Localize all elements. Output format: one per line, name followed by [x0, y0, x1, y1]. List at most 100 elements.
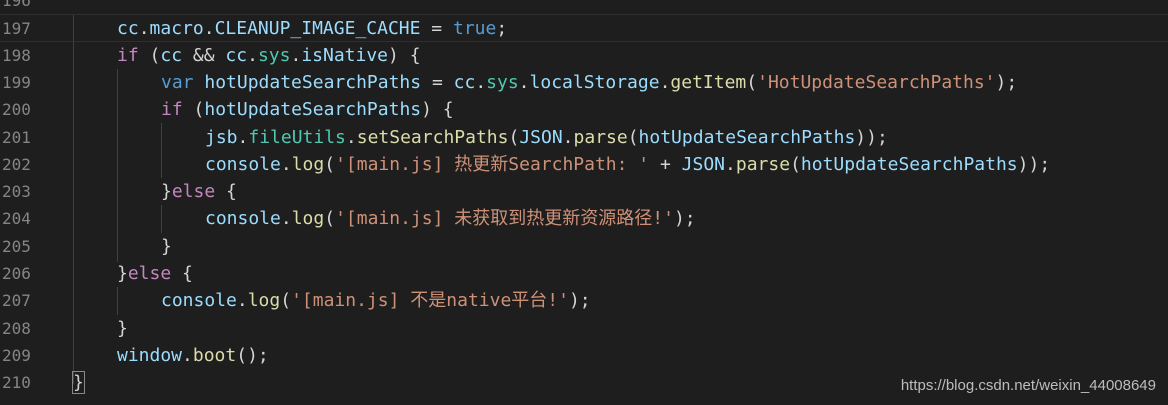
code-token: window: [117, 344, 183, 366]
code-token: );: [995, 71, 1018, 93]
code-token: =: [420, 18, 453, 40]
code-token: macro: [149, 18, 204, 40]
code-token: parse: [573, 126, 628, 148]
code-token: cc: [160, 44, 183, 66]
code-token: hotUpdateSearchPaths: [800, 153, 1018, 175]
code-token: JSON: [681, 153, 726, 175]
code-line-205[interactable]: 205}: [0, 233, 1168, 260]
code-token: .: [659, 71, 671, 93]
code-line-202[interactable]: 202 console.log('[main.js] 热更新SearchPath:…: [0, 151, 1168, 178]
code-token: .: [247, 44, 258, 66]
code-token: parse: [735, 153, 791, 175]
code-token: else: [171, 181, 216, 203]
code-token: localStorage: [529, 71, 660, 93]
code-text: console.log('[main.js] 热更新SearchPath: ' …: [205, 151, 1050, 178]
code-token: console: [161, 290, 237, 312]
code-token: .: [475, 71, 487, 93]
code-token: {: [215, 181, 237, 203]
line-number: 201: [2, 127, 31, 147]
code-line-209[interactable]: 209 window.boot();: [0, 342, 1168, 369]
code-token: cc: [453, 71, 476, 93]
line-number: 196: [2, 0, 31, 10]
line-number: 209: [2, 345, 31, 365]
line-number: 208: [2, 318, 31, 338]
code-text: window.boot();: [117, 342, 269, 369]
code-token: }: [117, 263, 128, 284]
code-text: if (cc && cc.sys.isNative) {: [117, 42, 421, 69]
code-text: var hotUpdateSearchPaths = cc.sys.localS…: [161, 69, 1017, 96]
code-token: log: [291, 208, 325, 230]
code-token: .: [345, 126, 357, 148]
code-token: isNative: [301, 44, 389, 66]
code-text: console.log('[main.js] 不是native平台!');: [161, 287, 591, 314]
code-token: (: [324, 153, 336, 175]
code-text: }else {: [117, 260, 193, 287]
code-token: if: [161, 99, 183, 121]
code-token: }: [72, 371, 85, 395]
code-token: (: [280, 290, 292, 312]
code-text: }: [161, 233, 172, 260]
code-token: fileUtils: [248, 126, 346, 148]
code-line-197[interactable]: 197 cc.macro.CLEANUP_IMAGE_CACHE = true;: [0, 14, 1168, 42]
code-line-201[interactable]: 201 jsb.fileUtils.setSearchPaths(JSON.par…: [0, 124, 1168, 151]
code-token: .: [236, 290, 248, 312]
code-token: .: [138, 18, 150, 40]
code-token: console: [205, 153, 281, 175]
code-token: .: [280, 153, 292, 175]
line-number: 197: [2, 19, 31, 39]
code-token: if: [117, 44, 139, 66]
code-token: .: [182, 344, 193, 366]
line-number: 202: [2, 154, 31, 174]
code-text: console.log('[main.js] 未获取到热更新资源路径!');: [205, 205, 696, 232]
line-number: 206: [2, 264, 31, 283]
code-text: }: [72, 369, 85, 396]
code-line-198[interactable]: 198 if (cc && cc.sys.isNative) {: [0, 42, 1168, 69]
code-line-199[interactable]: 199 var hotUpdateSearchPaths = cc.sys.loc…: [0, 69, 1168, 96]
code-token: console: [205, 208, 281, 230]
code-token: (: [138, 44, 161, 66]
code-token: }: [117, 317, 128, 339]
code-token: CLEANUP_IMAGE_CACHE: [214, 18, 421, 40]
code-token: .: [237, 126, 249, 148]
code-token: {: [171, 263, 193, 284]
code-token: hotUpdateSearchPaths: [204, 71, 422, 93]
line-number: 203: [2, 182, 31, 202]
code-token: .: [725, 153, 736, 175]
line-number: 199: [2, 72, 31, 92]
code-token: log: [291, 153, 325, 175]
code-token: '[main.js] 热更新SearchPath: ': [335, 153, 650, 175]
code-token: .: [280, 208, 292, 230]
code-text: }: [117, 315, 128, 342]
code-line-203[interactable]: 203}else {: [0, 178, 1168, 205]
code-token: (: [508, 126, 520, 148]
code-token: cc: [117, 18, 139, 40]
code-line-204[interactable]: 204 console.log('[main.js] 未获取到热更新资源路径!')…: [0, 205, 1168, 232]
line-number: 198: [2, 45, 31, 65]
code-token: .: [562, 126, 574, 148]
code-text: jsb.fileUtils.setSearchPaths(JSON.parse(…: [205, 124, 888, 151]
code-line-200[interactable]: 200 if (hotUpdateSearchPaths) {: [0, 96, 1168, 123]
code-token: hotUpdateSearchPaths: [638, 126, 856, 148]
line-number: 210: [2, 373, 31, 393]
code-token: (: [746, 71, 758, 93]
code-line-206[interactable]: 206 }else {: [0, 260, 1168, 287]
code-token: ) {: [421, 99, 454, 121]
code-token: (: [324, 208, 336, 230]
line-number: 204: [2, 209, 31, 229]
code-token: }: [161, 235, 172, 257]
code-token: 'HotUpdateSearchPaths': [757, 71, 996, 93]
code-token: .: [518, 71, 530, 93]
code-line-196[interactable]: 196: [0, 0, 1168, 14]
code-token: true: [452, 18, 497, 40]
watermark-text: https://blog.csdn.net/weixin_44008649: [900, 377, 1156, 394]
code-token: jsb: [205, 126, 238, 148]
code-token: log: [247, 290, 281, 312]
code-line-207[interactable]: 207 console.log('[main.js] 不是native平台!');: [0, 287, 1168, 314]
code-token: sys: [486, 71, 519, 93]
code-text: if (hotUpdateSearchPaths) {: [161, 96, 454, 123]
code-line-208[interactable]: 208}: [0, 315, 1168, 342]
code-editor[interactable]: 196 197 cc.macro.CLEANUP_IMAGE_CACHE = tru…: [0, 0, 1168, 405]
code-token: &&: [182, 44, 226, 66]
code-token: (: [627, 126, 639, 148]
